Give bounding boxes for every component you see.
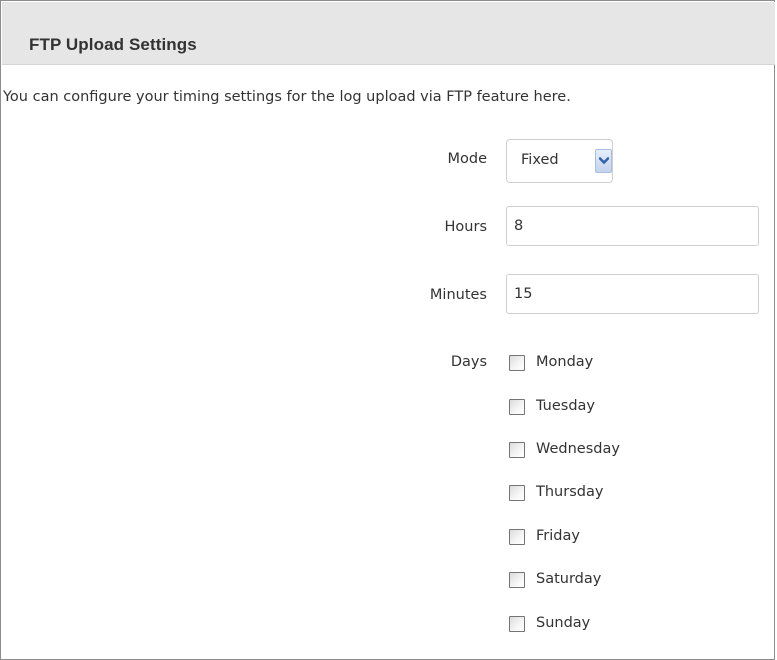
day-label: Thursday [536,484,604,500]
tuesday-checkbox[interactable] [509,399,525,415]
chevron-down-icon [599,157,609,165]
days-label: Days [450,354,487,370]
wednesday-checkbox[interactable] [509,442,525,458]
day-label: Saturday [536,571,602,587]
panel-header: FTP Upload Settings [2,2,775,65]
hours-input[interactable] [506,206,759,246]
mode-select-value: Fixed [521,152,559,168]
monday-checkbox[interactable] [509,355,525,371]
day-label: Tuesday [536,398,595,414]
minutes-input[interactable] [506,274,759,314]
panel-title: FTP Upload Settings [29,35,197,54]
day-label: Sunday [536,615,591,631]
mode-select[interactable]: Fixed [506,139,613,183]
day-label: Wednesday [536,441,620,457]
day-label: Friday [536,528,580,544]
select-arrow-button[interactable] [595,149,612,173]
day-label: Monday [536,354,594,370]
panel-description: You can configure your timing settings f… [3,89,571,105]
hours-label: Hours [444,219,487,235]
thursday-checkbox[interactable] [509,485,525,501]
saturday-checkbox[interactable] [509,572,525,588]
ftp-upload-settings-panel: FTP Upload Settings You can configure yo… [0,0,775,660]
sunday-checkbox[interactable] [509,616,525,632]
minutes-label: Minutes [429,287,487,303]
friday-checkbox[interactable] [509,529,525,545]
mode-label: Mode [447,151,487,167]
